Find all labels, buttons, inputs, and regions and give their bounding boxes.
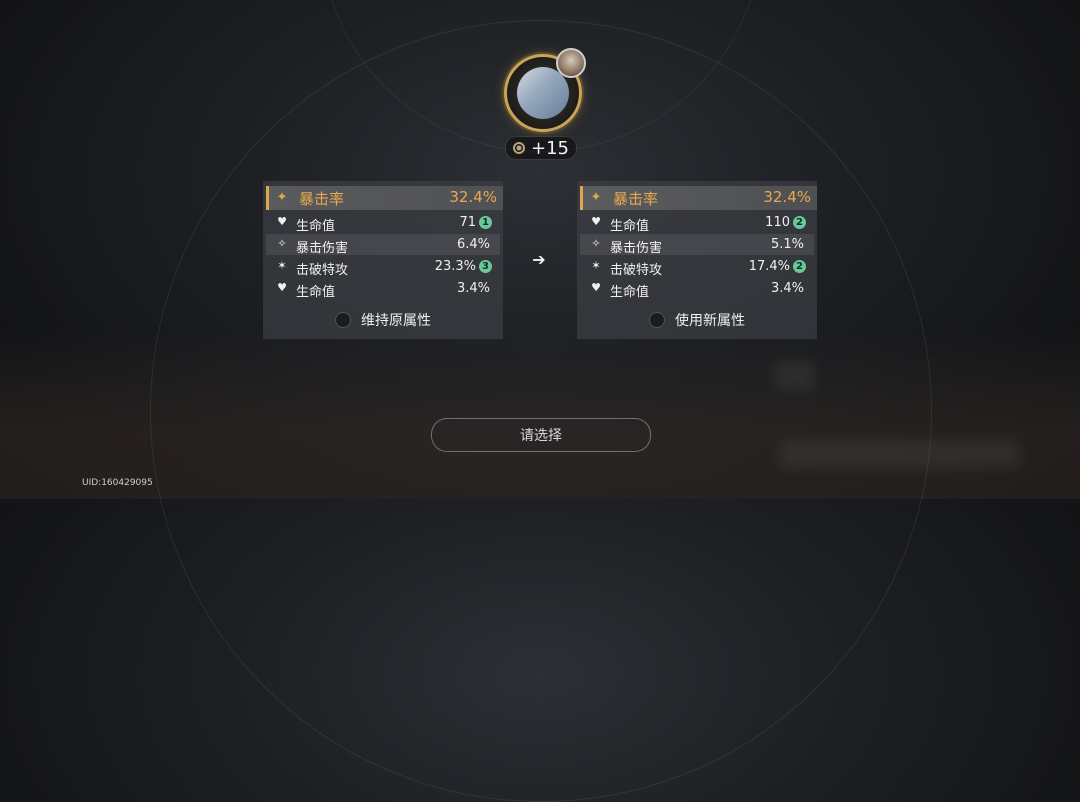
sub-stat-name: 生命值: [296, 285, 336, 300]
break-effect-icon: ✶: [277, 259, 287, 272]
relic-display: [500, 48, 586, 134]
relic-level-badge: +15: [505, 136, 577, 160]
sub-stat-row: ♥ 生命值 3.4%: [266, 278, 500, 300]
blurred-background-element: [780, 440, 1020, 468]
sub-stat-name: 击破特攻: [610, 263, 663, 278]
select-button[interactable]: 请选择: [431, 418, 651, 452]
level-coin-icon: [513, 142, 525, 154]
sub-stat-value: 110: [765, 215, 790, 230]
sub-stat-row: ✶ 击破特攻 17.4% 2: [580, 256, 814, 278]
radio-button[interactable]: [335, 312, 351, 328]
sub-stat-value: 3.4%: [456, 281, 490, 296]
main-stat-value: 32.4%: [763, 188, 811, 206]
sub-stat-value: 3.4%: [770, 281, 804, 296]
option-label: 使用新属性: [675, 313, 745, 329]
keep-original-option[interactable]: 维持原属性: [263, 309, 503, 331]
roll-count-badge: 1: [479, 216, 492, 229]
main-stat-name: 暴击率: [299, 190, 345, 208]
crit-rate-icon: ✦: [276, 190, 288, 205]
uid-label: UID:160429095: [82, 478, 153, 488]
hp-icon: ♥: [591, 215, 601, 228]
radio-button[interactable]: [649, 312, 665, 328]
sub-stat-value: 6.4%: [456, 237, 490, 252]
main-stat-name: 暴击率: [613, 190, 659, 208]
main-stat-row: ✦ 暴击率 32.4%: [266, 186, 503, 210]
sub-stat-value: 5.1%: [770, 237, 804, 252]
sub-stat-name: 暴击伤害: [296, 241, 349, 256]
new-stats-panel[interactable]: ✦ 暴击率 32.4% ♥ 生命值 110 2 ✧ 暴击伤害 5.1% ✶ 击破…: [577, 181, 817, 339]
sub-stat-row: ♥ 生命值 3.4%: [580, 278, 814, 300]
relic-level: +15: [531, 137, 569, 159]
crit-damage-icon: ✧: [277, 237, 287, 250]
hp-icon: ♥: [277, 281, 287, 294]
sub-stat-row: ✧ 暴击伤害 5.1%: [580, 234, 814, 256]
roll-count-badge: 3: [479, 260, 492, 273]
blurred-background-element: [775, 360, 815, 390]
main-stat-row: ✦ 暴击率 32.4%: [580, 186, 817, 210]
sub-stat-row: ✧ 暴击伤害 6.4%: [266, 234, 500, 256]
sub-stat-value: 17.4%: [748, 259, 790, 274]
roll-count-badge: 2: [793, 260, 806, 273]
use-new-option[interactable]: 使用新属性: [577, 309, 817, 331]
sub-stat-name: 暴击伤害: [610, 241, 663, 256]
hp-icon: ♥: [277, 215, 287, 228]
sub-stat-name: 生命值: [610, 285, 650, 300]
crit-rate-icon: ✦: [590, 190, 602, 205]
character-avatar-icon: [556, 48, 586, 78]
sub-stat-name: 生命值: [296, 219, 336, 234]
sub-stat-row: ✶ 击破特攻 23.3% 3: [266, 256, 500, 278]
crit-damage-icon: ✧: [591, 237, 601, 250]
sub-stat-name: 生命值: [610, 219, 650, 234]
option-label: 维持原属性: [361, 313, 431, 329]
main-stat-value: 32.4%: [449, 188, 497, 206]
break-effect-icon: ✶: [591, 259, 601, 272]
sub-stat-row: ♥ 生命值 110 2: [580, 212, 814, 234]
arrow-right-icon: ➔: [532, 250, 546, 269]
sub-stat-value: 23.3%: [434, 259, 476, 274]
sub-stat-name: 击破特攻: [296, 263, 349, 278]
sub-stat-value: 71: [459, 215, 476, 230]
original-stats-panel[interactable]: ✦ 暴击率 32.4% ♥ 生命值 71 1 ✧ 暴击伤害 6.4% ✶ 击破特…: [263, 181, 503, 339]
hp-icon: ♥: [591, 281, 601, 294]
sub-stat-row: ♥ 生命值 71 1: [266, 212, 500, 234]
roll-count-badge: 2: [793, 216, 806, 229]
